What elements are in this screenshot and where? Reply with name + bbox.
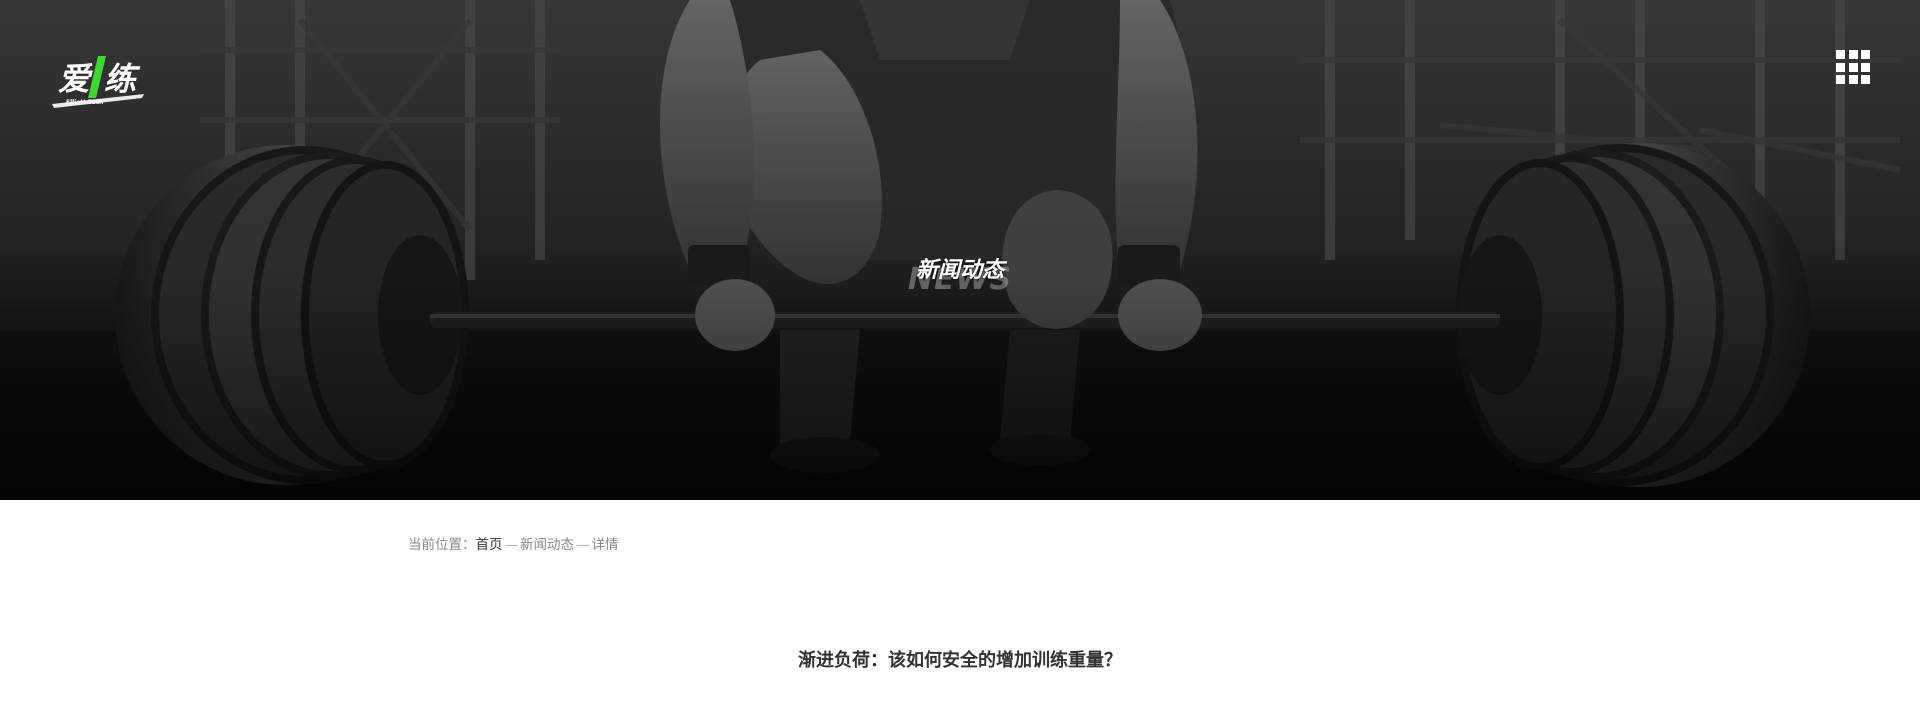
breadcrumb-home-link[interactable]: 首页	[476, 537, 503, 553]
grid-dot	[1848, 75, 1858, 84]
svg-text:爱: 爱	[58, 60, 93, 98]
page: 爱 练 Elliott Tech NEWS 新闻动态 当前位置：首页 — 新闻动态 —…	[0, 0, 1920, 717]
grid-dot	[1861, 50, 1870, 59]
svg-text:Elliott Tech: Elliott Tech	[66, 99, 103, 106]
svg-text:练: 练	[104, 60, 141, 98]
grid-dot	[1836, 50, 1845, 59]
grid-dot	[1836, 75, 1845, 84]
brand-logo-mark: 爱 练 Elliott Tech	[52, 56, 144, 108]
hero-banner: 爱 练 Elliott Tech NEWS 新闻动态	[0, 0, 1920, 500]
section-heading: NEWS 新闻动态	[860, 250, 1060, 300]
breadcrumb: 当前位置：首页 — 新闻动态 — 详情	[408, 533, 619, 553]
brand-logo[interactable]: 爱 练 Elliott Tech	[44, 46, 154, 116]
grid-dot	[1861, 62, 1870, 72]
breadcrumb-separator: —	[576, 537, 590, 553]
article-title: 渐进负荷：该如何安全的增加训练重量？	[798, 650, 1122, 671]
grid-dot	[1848, 50, 1858, 59]
breadcrumb-news-link[interactable]: 新闻动态	[520, 537, 574, 553]
breadcrumb-separator: —	[504, 537, 519, 553]
grid-menu-icon[interactable]	[1836, 50, 1870, 84]
grid-dot	[1848, 62, 1858, 72]
breadcrumb-current: 详情	[591, 537, 619, 553]
breadcrumb-prefix: 当前位置：	[408, 537, 476, 553]
grid-dot	[1836, 62, 1845, 72]
grid-dot	[1861, 75, 1870, 84]
section-heading-cn: 新闻动态	[915, 258, 1004, 283]
